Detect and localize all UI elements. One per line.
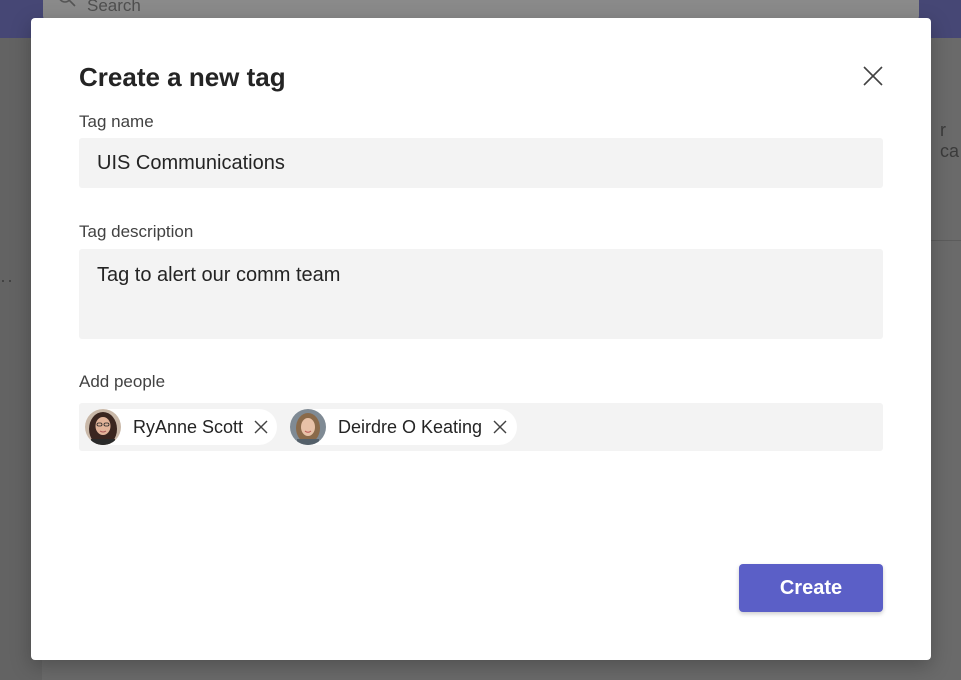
add-people-input[interactable]: RyAnne Scott Deirdre O Keating <box>79 403 883 451</box>
dialog-title: Create a new tag <box>79 62 286 92</box>
add-people-label: Add people <box>79 372 166 391</box>
avatar <box>85 409 121 445</box>
tag-name-input[interactable]: UIS Communications <box>79 138 883 188</box>
search-box: Search <box>43 0 919 20</box>
close-icon <box>493 420 507 434</box>
search-placeholder: Search <box>87 0 141 15</box>
remove-person-button[interactable] <box>492 419 508 435</box>
tag-description-label: Tag description <box>79 222 194 241</box>
person-chip: RyAnne Scott <box>85 409 277 445</box>
tag-name-label: Tag name <box>79 112 154 131</box>
avatar <box>290 409 326 445</box>
close-button[interactable] <box>859 62 887 90</box>
remove-person-button[interactable] <box>253 419 269 435</box>
background-text: r ca <box>940 120 960 161</box>
person-name: Deirdre O Keating <box>338 416 483 437</box>
person-chip: Deirdre O Keating <box>290 409 517 445</box>
more-options-icon: ·· <box>0 270 14 290</box>
create-button[interactable]: Create <box>739 564 883 612</box>
close-icon <box>254 420 268 434</box>
background-divider <box>931 240 961 241</box>
person-name: RyAnne Scott <box>133 416 244 437</box>
tag-description-input[interactable]: Tag to alert our comm team <box>79 249 883 339</box>
search-icon <box>59 0 76 7</box>
close-icon <box>863 66 883 86</box>
create-tag-dialog: Create a new tag Tag name UIS Communicat… <box>31 18 931 660</box>
